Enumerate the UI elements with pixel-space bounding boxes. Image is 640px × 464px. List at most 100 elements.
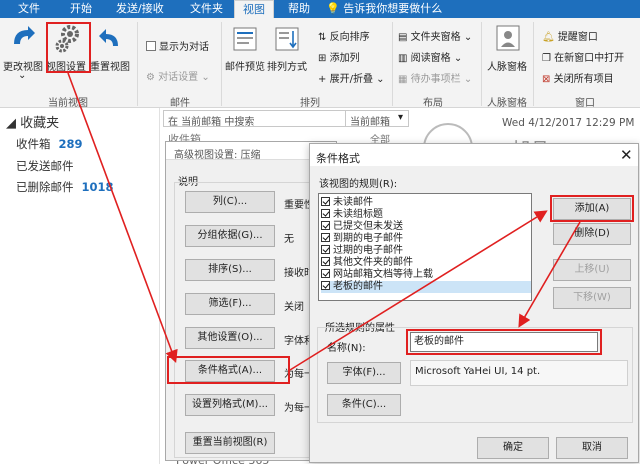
highlight-rule-name <box>406 329 602 355</box>
group-label-people-pane: 人脉窗格 <box>487 98 527 109</box>
add-columns-icon: ⊞ <box>318 53 327 64</box>
rule-item[interactable]: 到期的电子邮件 <box>321 233 531 245</box>
rule-item[interactable]: 过期的电子邮件 <box>321 245 531 257</box>
highlight-add-button <box>550 195 634 222</box>
tab-view[interactable]: 视图 <box>234 0 274 18</box>
reset-current-view-button[interactable]: 重置当前视图(R) <box>185 432 275 454</box>
folder-pane-button[interactable]: ▤ 文件夹窗格 ⌄ <box>398 28 472 43</box>
rule-item-label: 到期的电子邮件 <box>333 233 403 244</box>
other-settings-button[interactable]: 其他设置(O)... <box>185 327 275 349</box>
group-by-button[interactable]: 分组依据(G)... <box>185 225 275 247</box>
rules-list-label: 该视图的规则(R): <box>319 179 398 190</box>
expand-collapse-button[interactable]: + 展开/折叠 ⌄ <box>318 70 385 85</box>
rule-item[interactable]: 未读组标题 <box>321 209 531 221</box>
open-new-window-button[interactable]: ❐ 在新窗口中打开 <box>542 49 624 64</box>
close-icon[interactable]: ✕ <box>620 146 633 164</box>
rule-item[interactable]: 已提交但未发送 <box>321 221 531 233</box>
rule-item-label: 网站邮箱文档等待上载 <box>333 269 433 280</box>
rule-item-label: 老板的邮件 <box>333 281 383 292</box>
checkbox-checked-icon[interactable] <box>321 197 330 206</box>
todo-bar-label: 待办事项栏 <box>410 74 461 85</box>
folder-inbox[interactable]: 收件箱 289 <box>16 136 83 152</box>
checkbox-checked-icon[interactable] <box>321 281 330 290</box>
rules-list[interactable]: 未读邮件 未读组标题 已提交但未发送 到期的电子邮件 过期的电子邮件 其他文件夹… <box>318 193 532 301</box>
filter-button[interactable]: 筛选(F)... <box>185 293 275 315</box>
ribbon-separator <box>392 22 393 106</box>
inbox-unread-count: 289 <box>58 137 83 151</box>
reminders-window-button[interactable]: 🔔︎ 提醒窗口 <box>542 28 598 43</box>
ok-button[interactable]: 确定 <box>477 437 549 459</box>
settings-icon: ⚙ <box>146 72 155 83</box>
chevron-down-icon: ⌄ <box>18 70 27 81</box>
outlook-window: 文件 开始 发送/接收 文件夹 视图 帮助 💡 告诉我你想要做什么 更改视图 ⌄… <box>0 0 640 464</box>
columns-button[interactable]: 列(C)... <box>185 191 275 213</box>
reset-view-button[interactable]: 重置视图 <box>90 58 130 73</box>
add-columns-button[interactable]: ⊞ 添加列 <box>318 49 360 64</box>
rule-item[interactable]: 网站邮箱文档等待上载 <box>321 269 531 281</box>
format-columns-button[interactable]: 设置列格式(M)... <box>185 394 275 416</box>
highlight-conditional-formatting <box>167 356 290 384</box>
delete-rule-button[interactable]: 删除(D) <box>553 223 631 245</box>
rule-item-selected[interactable]: 老板的邮件 <box>321 281 531 293</box>
group-label-current-view: 当前视图 <box>48 98 88 109</box>
checkbox-checked-icon[interactable] <box>321 221 330 230</box>
font-preview: Microsoft YaHei UI, 14 pt. <box>410 360 628 386</box>
checkbox-checked-icon[interactable] <box>321 209 330 218</box>
arrange-by-icon <box>275 27 299 51</box>
checkbox-checked-icon[interactable] <box>321 245 330 254</box>
search-placeholder: 在 当前邮箱 中搜索 <box>168 117 255 128</box>
people-pane-button[interactable]: 人脉窗格 <box>487 58 527 73</box>
move-down-button[interactable]: 下移(W) <box>553 287 631 309</box>
tab-send-receive[interactable]: 发送/接收 <box>116 0 164 18</box>
reading-pane-button[interactable]: ▥ 阅读窗格 ⌄ <box>398 49 462 64</box>
folder-deleted[interactable]: 已删除邮件 1018 <box>16 179 114 195</box>
move-up-button[interactable]: 上移(U) <box>553 259 631 281</box>
group-label-window: 窗口 <box>575 98 595 109</box>
ribbon-separator <box>533 22 534 106</box>
sort-button[interactable]: 排序(S)... <box>185 259 275 281</box>
reminders-window-label: 提醒窗口 <box>557 32 598 43</box>
rule-item[interactable]: 其他文件夹的邮件 <box>321 257 531 269</box>
expand-icon: + <box>318 74 327 85</box>
conversation-settings-button[interactable]: ⚙ 对话设置 ⌄ <box>146 68 210 83</box>
font-button[interactable]: 字体(F)... <box>327 362 401 384</box>
tell-me-search[interactable]: 💡 告诉我你想要做什么 <box>326 0 442 18</box>
group-by-value: 无 <box>284 234 294 245</box>
message-preview-button[interactable]: 邮件预览 <box>225 58 265 73</box>
tell-me-label: 告诉我你想要做什么 <box>343 2 443 15</box>
tab-home[interactable]: 开始 <box>70 0 92 18</box>
todo-bar-button[interactable]: ▦ 待办事项栏 ⌄ <box>398 70 472 85</box>
dialog-title: 条件格式 <box>316 152 360 165</box>
ribbon-separator <box>481 22 482 106</box>
reverse-sort-button[interactable]: ⇅ 反向排序 <box>318 28 370 43</box>
checkbox-checked-icon[interactable] <box>321 233 330 242</box>
lightbulb-icon: 💡 <box>326 2 340 15</box>
tab-folder[interactable]: 文件夹 <box>190 0 223 18</box>
show-as-conversations-checkbox[interactable]: 显示为对话 <box>146 38 209 53</box>
condition-button[interactable]: 条件(C)... <box>327 394 401 416</box>
tab-file[interactable]: 文件 <box>18 0 40 18</box>
arrange-by-button[interactable]: 排列方式 <box>267 58 307 73</box>
favorites-header[interactable]: ◢ 收藏夹 <box>6 112 59 131</box>
new-window-icon: ❐ <box>542 53 551 64</box>
checkbox-checked-icon[interactable] <box>321 269 330 278</box>
open-new-window-label: 在新窗口中打开 <box>554 53 625 64</box>
close-all-items-button[interactable]: ⊠ 关闭所有项目 <box>542 70 614 85</box>
tab-help[interactable]: 帮助 <box>288 0 310 18</box>
highlight-view-settings <box>46 22 91 73</box>
rule-item-label: 未读组标题 <box>333 209 383 220</box>
checkbox-checked-icon[interactable] <box>321 257 330 266</box>
font-preview-text: Microsoft YaHei UI, 14 pt. <box>415 366 541 377</box>
group-label-layout: 布局 <box>423 98 443 109</box>
cancel-button[interactable]: 取消 <box>556 437 628 459</box>
show-as-conversations-label: 显示为对话 <box>159 42 209 53</box>
folder-sent[interactable]: 已发送邮件 <box>16 158 74 174</box>
close-all-icon: ⊠ <box>542 74 551 85</box>
rule-item[interactable]: 未读邮件 <box>321 197 531 209</box>
expand-collapse-label: 展开/折叠 <box>329 74 373 85</box>
filter-value: 关闭 <box>284 302 304 313</box>
search-scope-dropdown[interactable]: 当前邮箱 ▾ <box>345 110 409 128</box>
group-label-arrangement: 排列 <box>300 98 320 109</box>
favorites-label: 收藏夹 <box>20 116 60 131</box>
collapse-triangle-icon: ◢ <box>6 116 16 131</box>
